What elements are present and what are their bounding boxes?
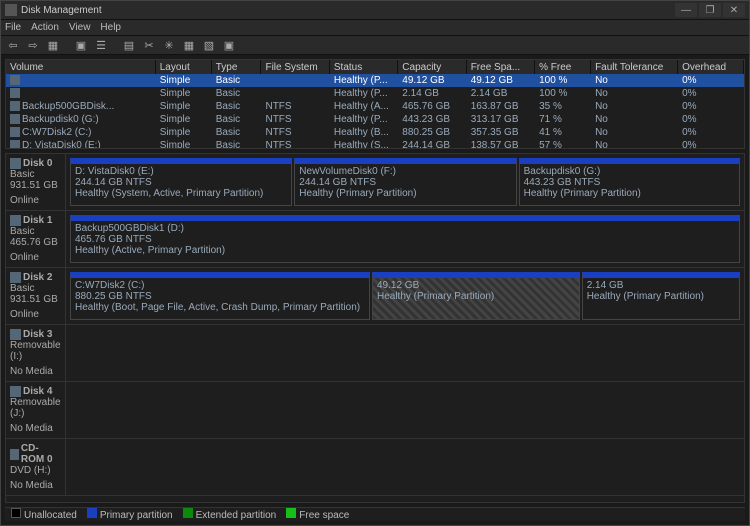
primary-swatch [87, 508, 97, 518]
disk-info[interactable]: Disk 3Removable (I:)No Media [6, 325, 66, 381]
column-header[interactable]: Volume [6, 60, 155, 74]
close-button[interactable]: ✕ [723, 3, 745, 17]
toolbar: ⇦ ⇨ ▦ ▣ ☰ ▤ ✂ ✳ ▦ ▧ ▣ [1, 35, 749, 55]
graphical-view-pane[interactable]: Disk 0Basic931.51 GBOnlineD: VistaDisk0 … [5, 153, 745, 503]
back-icon[interactable]: ⇦ [5, 37, 21, 53]
menubar: File Action View Help [1, 19, 749, 35]
disk-management-window: Disk Management — ❐ ✕ File Action View H… [0, 0, 750, 526]
extended-swatch [183, 508, 193, 518]
column-header[interactable]: Layout [155, 60, 211, 74]
unallocated-swatch [11, 508, 21, 518]
free-swatch [286, 508, 296, 518]
disk-row: Disk 4Removable (J:)No Media [6, 382, 744, 439]
window-title: Disk Management [21, 5, 102, 16]
disk-row: Disk 3Removable (I:)No Media [6, 325, 744, 382]
up-icon[interactable]: ▦ [45, 37, 61, 53]
partition[interactable]: C:W7Disk2 (C:)880.25 GB NTFSHealthy (Boo… [70, 272, 370, 320]
column-header[interactable]: Type [211, 60, 261, 74]
disk-row: Disk 1Basic465.76 GBOnlineBackup500GBDis… [6, 211, 744, 268]
disk-info[interactable]: Disk 0Basic931.51 GBOnline [6, 154, 66, 210]
partition[interactable]: Backupdisk0 (G:)443.23 GB NTFSHealthy (P… [519, 158, 740, 206]
volume-row[interactable]: Backupdisk0 (G:)SimpleBasicNTFSHealthy (… [6, 113, 744, 126]
partition[interactable]: NewVolumeDisk0 (F:)244.14 GB NTFSHealthy… [294, 158, 516, 206]
column-header[interactable]: Overhead [678, 60, 744, 74]
action-icon[interactable]: ✂ [141, 37, 157, 53]
forward-icon[interactable]: ⇨ [25, 37, 41, 53]
volume-row[interactable]: D: VistaDisk0 (E:)SimpleBasicNTFSHealthy… [6, 139, 744, 149]
partition[interactable]: 2.14 GBHealthy (Primary Partition) [582, 272, 740, 320]
wizard-icon[interactable]: ✳ [161, 37, 177, 53]
partition[interactable]: Backup500GBDisk1 (D:)465.76 GB NTFSHealt… [70, 215, 740, 263]
refresh-icon[interactable]: ▣ [73, 37, 89, 53]
volume-row[interactable]: C:W7Disk2 (C:)SimpleBasicNTFSHealthy (B.… [6, 126, 744, 139]
properties-icon[interactable]: ☰ [93, 37, 109, 53]
volume-row[interactable]: SimpleBasicHealthy (P...49.12 GB49.12 GB… [6, 74, 744, 87]
disk-row: Disk 0Basic931.51 GBOnlineD: VistaDisk0 … [6, 154, 744, 211]
menu-help[interactable]: Help [100, 22, 121, 33]
partition[interactable]: 49.12 GBHealthy (Primary Partition) [372, 272, 580, 320]
export-icon[interactable]: ▤ [121, 37, 137, 53]
settings-icon[interactable]: ▧ [201, 37, 217, 53]
column-header[interactable]: Capacity [398, 60, 466, 74]
menu-view[interactable]: View [69, 22, 91, 33]
help-icon[interactable]: ▦ [181, 37, 197, 53]
disk-row: CD-ROM 0DVD (H:)No Media [6, 439, 744, 496]
titlebar[interactable]: Disk Management — ❐ ✕ [1, 1, 749, 19]
app-icon [5, 4, 17, 16]
disk-info[interactable]: CD-ROM 0DVD (H:)No Media [6, 439, 66, 495]
menu-action[interactable]: Action [31, 22, 59, 33]
maximize-button[interactable]: ❐ [699, 3, 721, 17]
column-header[interactable]: % Free [535, 60, 591, 74]
volume-row[interactable]: Backup500GBDisk...SimpleBasicNTFSHealthy… [6, 100, 744, 113]
content-area: VolumeLayoutTypeFile SystemStatusCapacit… [1, 55, 749, 525]
column-header[interactable]: File System [261, 60, 329, 74]
volume-list-pane[interactable]: VolumeLayoutTypeFile SystemStatusCapacit… [5, 59, 745, 149]
legend: Unallocated Primary partition Extended p… [5, 507, 745, 521]
disk-info[interactable]: Disk 2Basic931.51 GBOnline [6, 268, 66, 324]
volume-row[interactable]: SimpleBasicHealthy (P...2.14 GB2.14 GB10… [6, 87, 744, 100]
menu-file[interactable]: File [5, 22, 21, 33]
view-icon[interactable]: ▣ [221, 37, 237, 53]
minimize-button[interactable]: — [675, 3, 697, 17]
column-header[interactable]: Fault Tolerance [591, 60, 678, 74]
column-header[interactable]: Status [329, 60, 397, 74]
column-header[interactable]: Free Spa... [466, 60, 534, 74]
disk-info[interactable]: Disk 4Removable (J:)No Media [6, 382, 66, 438]
disk-row: Disk 2Basic931.51 GBOnlineC:W7Disk2 (C:)… [6, 268, 744, 325]
disk-info[interactable]: Disk 1Basic465.76 GBOnline [6, 211, 66, 267]
partition[interactable]: D: VistaDisk0 (E:)244.14 GB NTFSHealthy … [70, 158, 292, 206]
